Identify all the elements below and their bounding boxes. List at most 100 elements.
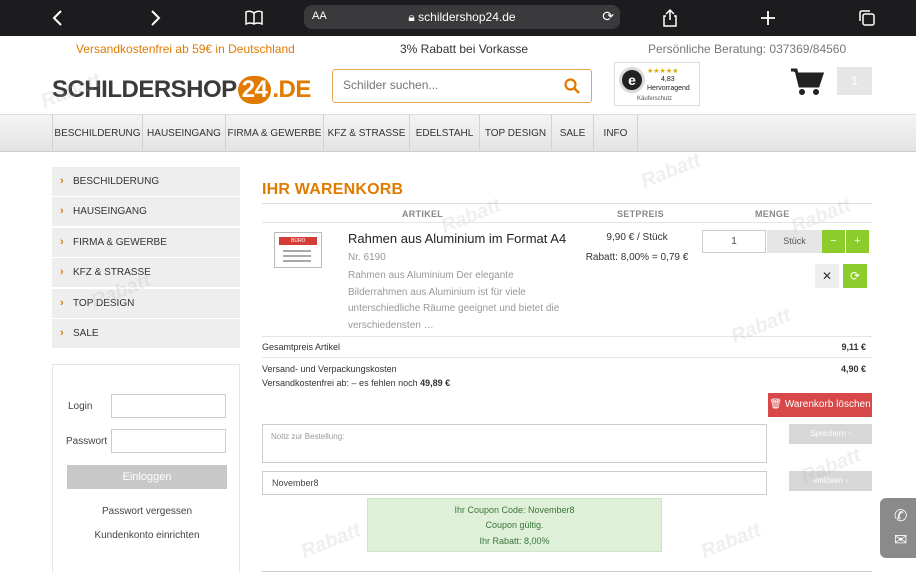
prepayment-discount-notice: 3% Rabatt bei Vorkasse bbox=[400, 42, 529, 56]
column-header-quantity: MENGE bbox=[755, 209, 790, 219]
quantity-unit: Stück bbox=[767, 230, 822, 253]
trusted-shops-badge[interactable]: e ★★★★★ 4,83 Hervorragend Käuferschutz bbox=[614, 62, 700, 106]
nav-item-info[interactable]: INFO bbox=[594, 115, 638, 152]
watermark: Rabatt bbox=[297, 519, 364, 563]
nav-item-edelstahl[interactable]: EDELSTAHL bbox=[410, 115, 480, 152]
logo-text: SCHILDERSHOP bbox=[52, 76, 237, 103]
nav-item-kfz-strasse[interactable]: KFZ & STRASSE bbox=[324, 115, 410, 152]
free-shipping-notice: Versandkostenfrei ab 59€ in Deutschland bbox=[76, 42, 295, 56]
coupon-success-message: Ihr Coupon Code: November8 Coupon gültig… bbox=[367, 498, 662, 552]
cart-icon[interactable] bbox=[790, 67, 825, 97]
forward-icon[interactable] bbox=[145, 8, 165, 28]
chevron-right-icon: › bbox=[60, 175, 64, 187]
rating-word: Hervorragend bbox=[647, 85, 690, 92]
contact-widget[interactable]: ✆ ✉ bbox=[880, 498, 916, 558]
login-label: Login bbox=[68, 401, 93, 412]
nav-item-hauseingang[interactable]: HAUSEINGANG bbox=[143, 115, 226, 152]
order-note-textarea[interactable]: Notiz zur Bestellung: bbox=[262, 424, 767, 463]
login-panel: Login Passwort Einloggen Passwort verges… bbox=[52, 364, 240, 573]
remove-item-button[interactable]: ✕ bbox=[815, 264, 839, 288]
login-button[interactable]: Einloggen bbox=[67, 465, 227, 489]
sidebar-item-firma-gewerbe[interactable]: › FIRMA & GEWERBE bbox=[52, 228, 240, 257]
tabs-icon[interactable] bbox=[857, 8, 877, 28]
search-icon[interactable] bbox=[563, 77, 581, 95]
subtotal-label: Gesamtpreis Artikel bbox=[262, 342, 341, 352]
quantity-minus-button[interactable]: − bbox=[822, 230, 845, 253]
refresh-icon: ⟳ bbox=[849, 269, 861, 283]
trash-icon: 🗑︎ bbox=[769, 399, 783, 410]
browser-toolbar: AA 🔒︎ schildershop24.de ⟳ bbox=[0, 0, 916, 36]
address-bar[interactable]: AA 🔒︎ schildershop24.de ⟳ bbox=[304, 5, 620, 29]
url-text: 🔒︎ schildershop24.de bbox=[304, 10, 620, 25]
product-name[interactable]: Rahmen aus Aluminium im Format A4 bbox=[348, 231, 566, 246]
share-icon[interactable] bbox=[660, 8, 680, 28]
redeem-coupon-button[interactable]: einlösen › bbox=[789, 471, 872, 491]
shipping-label: Versand- und Verpackungskosten bbox=[262, 364, 397, 374]
quantity-input[interactable]: 1 bbox=[702, 230, 766, 253]
bookmarks-icon[interactable] bbox=[244, 8, 264, 28]
order-note-placeholder: Notiz zur Bestellung: bbox=[271, 432, 345, 441]
sidebar-item-kfz-strasse[interactable]: › KFZ & STRASSE bbox=[52, 258, 240, 287]
login-field[interactable] bbox=[111, 394, 226, 418]
divider bbox=[262, 222, 872, 223]
save-note-button[interactable]: Speichern ▫ bbox=[789, 424, 872, 444]
unit-price: 9,90 € / Stück bbox=[606, 232, 668, 243]
url-value: schildershop24.de bbox=[418, 10, 516, 24]
watermark: Rabatt bbox=[697, 519, 764, 563]
free-shipping-remaining: Versandkostenfrei ab: – es fehlen noch 4… bbox=[262, 378, 450, 388]
search-input[interactable] bbox=[343, 78, 553, 92]
sidebar-item-hauseingang[interactable]: › HAUSEINGANG bbox=[52, 197, 240, 226]
divider bbox=[262, 203, 872, 204]
logo-number: 24 bbox=[237, 76, 272, 104]
thumbnail-text: BÜRO bbox=[291, 238, 306, 244]
product-thumbnail[interactable]: BÜRO bbox=[274, 232, 322, 268]
buyer-protection-label: Käuferschutz bbox=[637, 96, 673, 102]
nav-item-beschilderung[interactable]: BESCHILDERUNG bbox=[52, 115, 143, 152]
sidebar-item-sale[interactable]: › SALE bbox=[52, 319, 240, 348]
phone-icon[interactable]: ✆ bbox=[894, 506, 907, 526]
password-field[interactable] bbox=[111, 429, 226, 453]
sidebar-item-label: BESCHILDERUNG bbox=[73, 176, 160, 187]
nav-item-firma-gewerbe[interactable]: FIRMA & GEWERBE bbox=[226, 115, 324, 152]
nav-item-sale[interactable]: SALE bbox=[552, 115, 594, 152]
save-icon: ▫ bbox=[848, 429, 852, 438]
password-label: Passwort bbox=[66, 436, 108, 447]
clear-cart-label: Warenkorb löschen bbox=[784, 399, 871, 410]
back-icon[interactable] bbox=[48, 8, 68, 28]
reload-icon[interactable]: ⟳ bbox=[602, 8, 614, 25]
divider bbox=[262, 357, 872, 358]
coupon-valid-line: Coupon gültig. bbox=[485, 520, 544, 530]
product-description: Rahmen aus Aluminium Der elegante Bilder… bbox=[348, 270, 560, 331]
divider bbox=[262, 336, 872, 337]
item-discount: Rabatt: 8,00% = 0,79 € bbox=[585, 252, 689, 263]
cart-count-badge[interactable]: 1 bbox=[837, 67, 872, 95]
refresh-item-button[interactable]: ⟳ bbox=[843, 264, 867, 288]
product-number: Nr. 6190 bbox=[348, 252, 386, 263]
create-account-link[interactable]: Kundenkonto einrichten bbox=[53, 530, 241, 541]
coupon-input[interactable]: November8 bbox=[262, 471, 767, 495]
main-navigation: BESCHILDERUNG HAUSEINGANG FIRMA & GEWERB… bbox=[0, 114, 916, 152]
clear-cart-button[interactable]: 🗑︎ Warenkorb löschen bbox=[768, 393, 872, 417]
nav-item-top-design[interactable]: TOP DESIGN bbox=[480, 115, 552, 152]
watermark: Rabatt bbox=[637, 149, 704, 193]
mail-icon[interactable]: ✉ bbox=[894, 530, 907, 550]
sidebar-item-top-design[interactable]: › TOP DESIGN bbox=[52, 289, 240, 318]
lock-icon: 🔒︎ bbox=[408, 10, 415, 24]
sidebar-item-label: KFZ & STRASSE bbox=[73, 267, 151, 278]
divider bbox=[262, 571, 872, 572]
info-strip: Versandkostenfrei ab 59€ in Deutschland … bbox=[0, 36, 916, 62]
free-shipping-note: Versandkostenfrei ab: – es fehlen noch bbox=[262, 378, 418, 388]
sidebar-item-beschilderung[interactable]: › BESCHILDERUNG bbox=[52, 167, 240, 196]
logo-domain: .DE bbox=[272, 76, 311, 103]
forgot-password-link[interactable]: Passwort vergessen bbox=[53, 506, 241, 517]
plus-icon[interactable] bbox=[758, 8, 778, 28]
rating-score: 4,83 bbox=[661, 76, 675, 83]
redeem-icon: › bbox=[845, 476, 848, 485]
close-icon: ✕ bbox=[821, 269, 833, 283]
phone-contact[interactable]: Persönliche Beratung: 037369/84560 bbox=[648, 42, 846, 56]
sidebar-item-label: FIRMA & GEWERBE bbox=[73, 237, 167, 248]
quantity-plus-button[interactable]: + bbox=[846, 230, 869, 253]
thumbnail-label-bar: BÜRO bbox=[279, 237, 317, 245]
coupon-discount-line: Ihr Rabatt: 8,00% bbox=[479, 536, 550, 546]
rating-stars: ★★★★★ bbox=[647, 68, 679, 75]
